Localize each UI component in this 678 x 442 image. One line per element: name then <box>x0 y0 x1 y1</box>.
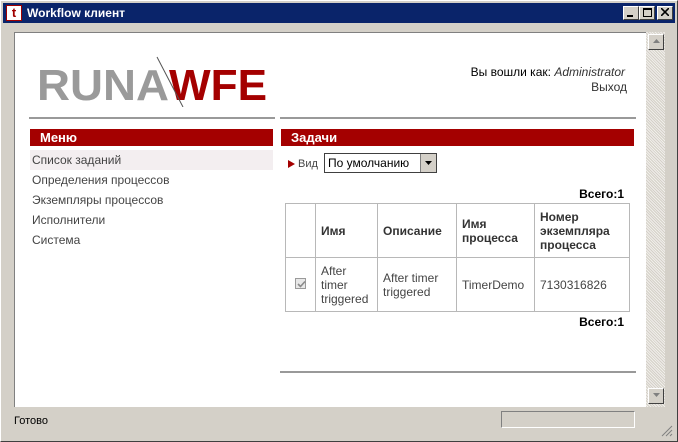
logo-wfe-text: WFE <box>169 61 267 107</box>
status-bar: Готово <box>3 409 675 439</box>
divider-bottom <box>280 371 636 373</box>
minimize-icon <box>627 15 633 17</box>
menu-item-executors[interactable]: Исполнители <box>30 210 273 230</box>
scroll-down-button[interactable] <box>648 388 664 404</box>
column-header-name[interactable]: Имя <box>315 203 378 258</box>
table-row[interactable]: After timer triggered After timer trigge… <box>285 257 630 312</box>
app-window: t Workflow клиент RUNA WFE Вы вошли как:… <box>0 0 678 442</box>
menu-list: Список заданий Определения процессов Экз… <box>30 150 273 250</box>
status-progress-panel <box>501 411 635 428</box>
resize-grip-icon[interactable] <box>661 425 673 437</box>
logout-link[interactable]: Выход <box>591 80 627 94</box>
dropdown-button[interactable] <box>420 154 436 172</box>
browser-content: RUNA WFE Вы вошли как: Administrator Вых… <box>14 32 646 407</box>
window-title: Workflow клиент <box>27 6 126 20</box>
task-name-cell[interactable]: After timer triggered <box>315 257 378 312</box>
task-process-cell: TimerDemo <box>456 257 535 312</box>
view-select-value: По умолчанию <box>328 156 410 170</box>
vertical-scrollbar[interactable] <box>646 32 665 407</box>
view-label: Вид <box>298 158 318 170</box>
maximize-button[interactable] <box>639 6 655 20</box>
column-header-process-name[interactable]: Имя процесса <box>456 203 535 258</box>
column-header-select <box>285 203 316 258</box>
arrow-up-icon <box>652 39 660 43</box>
menu-item-process-definitions[interactable]: Определения процессов <box>30 170 273 190</box>
scroll-up-button[interactable] <box>648 34 664 50</box>
menu-item-system[interactable]: Система <box>30 230 273 250</box>
logo-runa-text: RUNA <box>37 61 169 107</box>
menu-item-task-list[interactable]: Список заданий <box>30 150 273 170</box>
checkmark-icon <box>297 280 306 288</box>
arrow-right-icon <box>288 160 295 168</box>
column-header-description[interactable]: Описание <box>377 203 457 258</box>
close-button[interactable] <box>657 6 673 20</box>
view-select[interactable]: По умолчанию <box>324 153 437 173</box>
tasks-header: Задачи <box>281 129 634 146</box>
runawfe-logo: RUNA WFE <box>37 56 267 107</box>
tasks-table: Имя Описание Имя процесса Номер экземпля… <box>285 203 630 312</box>
menu-item-process-instances[interactable]: Экземпляры процессов <box>30 190 273 210</box>
username: Administrator <box>554 65 625 79</box>
minimize-button[interactable] <box>623 6 639 20</box>
task-instance-cell: 7130316826 <box>534 257 630 312</box>
row-checkbox[interactable] <box>295 277 306 289</box>
title-bar[interactable]: t Workflow клиент <box>3 3 675 23</box>
maximize-icon <box>642 8 652 17</box>
divider-left <box>29 117 275 119</box>
logged-in-label: Вы вошли как: <box>470 65 551 79</box>
task-description-cell: After timer triggered <box>377 257 457 312</box>
total-count-top: Всего:1 <box>579 187 624 201</box>
status-text: Готово <box>14 415 48 427</box>
close-icon <box>661 8 669 16</box>
logged-in-info: Вы вошли как: Administrator <box>471 65 625 79</box>
chevron-down-icon <box>425 161 432 165</box>
app-icon[interactable]: t <box>6 5 22 21</box>
row-select-cell[interactable] <box>285 257 316 312</box>
column-header-instance-number[interactable]: Номер экземпляра процесса <box>534 203 630 258</box>
total-count-bottom: Всего:1 <box>579 315 624 329</box>
arrow-down-icon <box>652 393 660 397</box>
divider-right <box>280 117 636 119</box>
table-header-row: Имя Описание Имя процесса Номер экземпля… <box>285 203 630 258</box>
menu-header: Меню <box>30 129 273 146</box>
